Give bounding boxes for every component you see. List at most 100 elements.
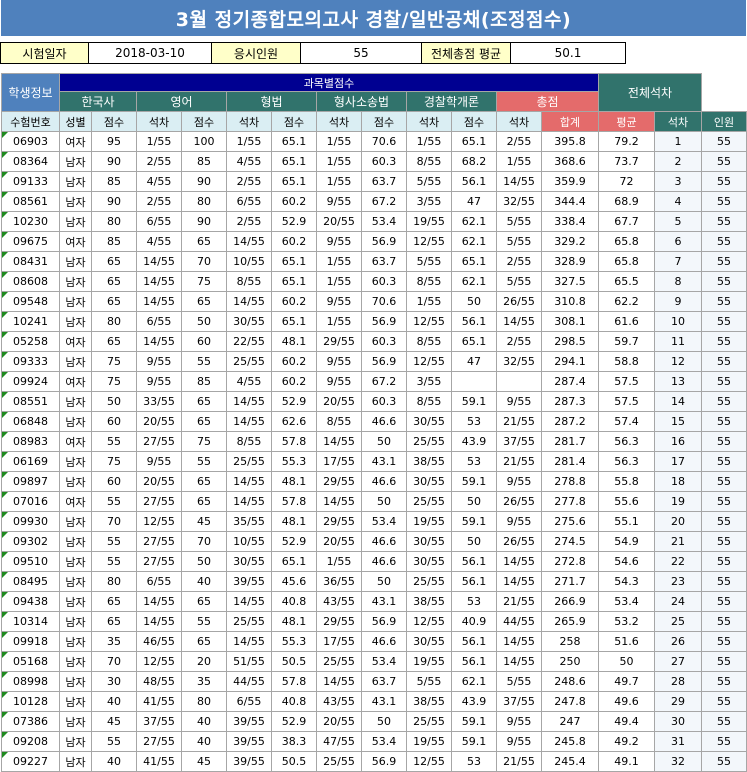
cell-criminal-law-rank[interactable]: 20/55 [316,711,362,732]
cell-total-average[interactable]: 55.1 [598,511,655,532]
cell-exam-number[interactable]: 08495 [1,571,60,592]
cell-total-average[interactable]: 49.1 [598,751,655,772]
cell-criminal-procedure-score[interactable]: 70.6 [361,131,407,152]
cell-english-score[interactable]: 65 [181,471,227,492]
cell-total-sum[interactable]: 275.6 [541,511,599,532]
cell-police-science-score[interactable]: 53 [451,411,497,432]
cell-korean-history-rank[interactable]: 20/55 [136,411,182,432]
cell-gender[interactable]: 남자 [59,271,92,292]
cell-police-science-rank[interactable]: 26/55 [496,291,542,312]
cell-criminal-procedure-rank[interactable]: 30/55 [406,551,452,572]
cell-total-average[interactable]: 49.4 [598,711,655,732]
cell-korean-history-rank[interactable]: 12/55 [136,651,182,672]
cell-total-sum[interactable]: 287.3 [541,391,599,412]
cell-people-count[interactable]: 55 [701,611,747,632]
cell-criminal-procedure-score[interactable]: 56.9 [361,751,407,772]
cell-police-science-score[interactable]: 40.9 [451,611,497,632]
cell-criminal-procedure-rank[interactable]: 1/55 [406,131,452,152]
cell-total-average[interactable]: 65.8 [598,251,655,272]
cell-police-science-rank[interactable]: 2/55 [496,131,542,152]
cell-exam-number[interactable]: 08551 [1,391,60,412]
cell-korean-history-score[interactable]: 65 [91,251,137,272]
cell-police-science-rank[interactable]: 21/55 [496,751,542,772]
cell-people-count[interactable]: 55 [701,671,747,692]
cell-criminal-procedure-score[interactable]: 63.7 [361,671,407,692]
cell-english-score[interactable]: 20 [181,651,227,672]
cell-criminal-procedure-score[interactable]: 43.1 [361,691,407,712]
cell-overall-rank[interactable]: 19 [654,491,702,512]
cell-total-average[interactable]: 67.7 [598,211,655,232]
cell-english-score[interactable]: 75 [181,431,227,452]
cell-english-rank[interactable]: 51/55 [226,651,272,672]
cell-police-science-score[interactable]: 53 [451,751,497,772]
cell-gender[interactable]: 여자 [59,231,92,252]
cell-criminal-law-score[interactable]: 50.5 [271,651,317,672]
cell-english-score[interactable]: 90 [181,211,227,232]
cell-police-science-rank[interactable]: 26/55 [496,531,542,552]
cell-criminal-law-rank[interactable]: 29/55 [316,511,362,532]
cell-criminal-law-rank[interactable]: 29/55 [316,331,362,352]
cell-police-science-rank[interactable]: 21/55 [496,411,542,432]
cell-police-science-rank[interactable]: 5/55 [496,231,542,252]
cell-criminal-procedure-rank[interactable]: 25/55 [406,571,452,592]
cell-english-score[interactable]: 45 [181,751,227,772]
cell-police-science-rank[interactable]: 14/55 [496,571,542,592]
cell-gender[interactable]: 여자 [59,131,92,152]
cell-criminal-procedure-rank[interactable]: 5/55 [406,251,452,272]
cell-criminal-law-score[interactable]: 50.5 [271,751,317,772]
cell-people-count[interactable]: 55 [701,271,747,292]
cell-police-science-score[interactable]: 56.1 [451,651,497,672]
cell-criminal-law-score[interactable]: 48.1 [271,471,317,492]
cell-criminal-procedure-score[interactable]: 56.9 [361,351,407,372]
cell-korean-history-rank[interactable]: 27/55 [136,431,182,452]
cell-gender[interactable]: 남자 [59,291,92,312]
cell-criminal-procedure-rank[interactable]: 12/55 [406,611,452,632]
cell-criminal-procedure-score[interactable]: 67.2 [361,371,407,392]
cell-overall-rank[interactable]: 3 [654,171,702,192]
cell-police-science-score[interactable]: 53 [451,451,497,472]
cell-korean-history-rank[interactable]: 4/55 [136,171,182,192]
cell-criminal-procedure-rank[interactable]: 19/55 [406,731,452,752]
cell-english-rank[interactable]: 39/55 [226,731,272,752]
cell-police-science-score[interactable]: 53 [451,591,497,612]
cell-gender[interactable]: 남자 [59,551,92,572]
cell-total-sum[interactable]: 327.5 [541,271,599,292]
cell-total-average[interactable]: 65.5 [598,271,655,292]
cell-gender[interactable]: 남자 [59,711,92,732]
cell-gender[interactable]: 남자 [59,171,92,192]
cell-overall-rank[interactable]: 30 [654,711,702,732]
cell-police-science-score[interactable]: 50 [451,291,497,312]
cell-total-average[interactable]: 58.8 [598,351,655,372]
cell-gender[interactable]: 남자 [59,211,92,232]
cell-police-science-rank[interactable]: 9/55 [496,731,542,752]
cell-criminal-procedure-rank[interactable]: 12/55 [406,351,452,372]
cell-criminal-law-score[interactable]: 57.8 [271,431,317,452]
cell-police-science-score[interactable]: 59.1 [451,711,497,732]
cell-gender[interactable]: 남자 [59,611,92,632]
cell-police-science-rank[interactable]: 32/55 [496,191,542,212]
cell-criminal-procedure-rank[interactable]: 25/55 [406,491,452,512]
cell-korean-history-rank[interactable]: 14/55 [136,611,182,632]
cell-total-average[interactable]: 54.9 [598,531,655,552]
cell-english-score[interactable]: 70 [181,251,227,272]
cell-people-count[interactable]: 55 [701,551,747,572]
cell-criminal-law-rank[interactable]: 43/55 [316,691,362,712]
cell-english-score[interactable]: 65 [181,411,227,432]
cell-exam-number[interactable]: 06169 [1,451,60,472]
cell-exam-number[interactable]: 09133 [1,171,60,192]
cell-criminal-procedure-score[interactable]: 67.2 [361,191,407,212]
cell-criminal-law-rank[interactable]: 20/55 [316,211,362,232]
cell-korean-history-rank[interactable]: 14/55 [136,271,182,292]
cell-english-rank[interactable]: 35/55 [226,511,272,532]
cell-criminal-law-rank[interactable]: 29/55 [316,611,362,632]
cell-police-science-rank[interactable]: 9/55 [496,711,542,732]
cell-criminal-law-rank[interactable]: 1/55 [316,171,362,192]
cell-criminal-law-rank[interactable]: 1/55 [316,551,362,572]
cell-korean-history-score[interactable]: 55 [91,531,137,552]
cell-police-science-score[interactable]: 50 [451,491,497,512]
cell-total-average[interactable]: 56.3 [598,451,655,472]
cell-criminal-procedure-score[interactable]: 50 [361,571,407,592]
cell-exam-number[interactable]: 08561 [1,191,60,212]
cell-english-score[interactable]: 60 [181,331,227,352]
cell-english-score[interactable]: 80 [181,191,227,212]
